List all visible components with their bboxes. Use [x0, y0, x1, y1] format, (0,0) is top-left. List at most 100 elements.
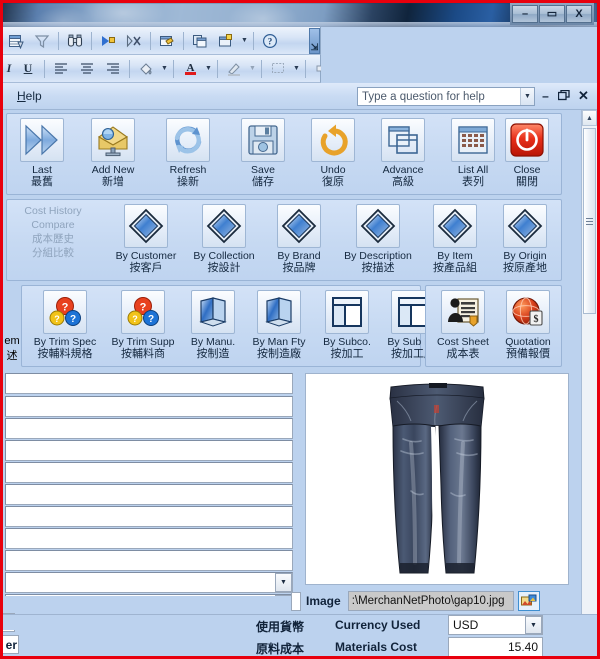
line-thickness-icon[interactable]: [266, 58, 290, 80]
undo-button[interactable]: Undo 復原: [302, 118, 364, 192]
cost-history-caption: Cost History Compare 成本歷史 分組比較: [11, 204, 95, 260]
ribbon-row-by-supplier: em 述 ? ? ? By Trim Spec: [3, 285, 597, 369]
by-subco-button[interactable]: By Subco. 按加工: [314, 290, 380, 364]
add-new-button[interactable]: Add New 新增: [82, 118, 144, 192]
help-icon[interactable]: ?: [258, 30, 282, 52]
svg-text:?: ?: [140, 302, 147, 314]
by-subco-label-zh: 按加工: [331, 348, 364, 361]
by-man-fty-label-zh: 按制造廠: [257, 348, 301, 361]
quotation-label-zh: 預備報價: [506, 348, 550, 361]
ribbon-row-navigation: Last 最舊 Add New: [3, 113, 597, 197]
fill-color-dropdown-arrow-icon[interactable]: ▼: [159, 58, 170, 80]
scrollbar-thumb[interactable]: [583, 128, 596, 314]
last-button[interactable]: Last 最舊: [11, 118, 73, 192]
form-combo-11-dropdown-arrow-icon[interactable]: ▼: [275, 595, 292, 596]
paste-dropdown-arrow-icon[interactable]: ▼: [239, 30, 250, 52]
refresh-button[interactable]: Refresh 操新: [157, 118, 219, 192]
form-field-5[interactable]: [5, 462, 293, 483]
form-combo-11[interactable]: ▼: [5, 594, 293, 596]
form-field-7[interactable]: [5, 506, 293, 527]
document-close-button[interactable]: ✕: [576, 87, 591, 105]
by-description-button[interactable]: By Description 按描述: [335, 204, 421, 278]
window-minimize-button[interactable]: –: [512, 5, 538, 23]
materials-cost-value: 15.40: [449, 640, 542, 654]
form-field-8[interactable]: [5, 528, 293, 549]
align-right-icon[interactable]: [101, 58, 125, 80]
line-color-icon[interactable]: [222, 58, 246, 80]
document-restore-button[interactable]: [556, 87, 571, 105]
save-disk-icon: [241, 118, 285, 162]
currency-used-dropdown-arrow-icon[interactable]: ▼: [525, 616, 542, 634]
ribbon-vertical-scrollbar[interactable]: ▲: [581, 110, 597, 371]
run-query-icon[interactable]: [96, 30, 120, 52]
toolbar-1-overflow-handle[interactable]: ⇲: [309, 28, 320, 54]
advance-button[interactable]: Advance 高級: [372, 118, 434, 192]
by-customer-button[interactable]: By Customer 按客戶: [107, 204, 185, 278]
toolbar-strip-1: ▼ ? ⇲: [3, 27, 597, 55]
by-manu-button[interactable]: By Manu. 按制造: [182, 290, 244, 364]
browse-image-icon[interactable]: [518, 591, 540, 611]
form-field-9[interactable]: [5, 550, 293, 571]
toolbar-1-filler: [321, 27, 597, 55]
currency-used-combo[interactable]: USD ▼: [448, 615, 543, 635]
form-field-3[interactable]: [5, 418, 293, 439]
scroll-up-arrow-icon[interactable]: ▲: [582, 110, 597, 126]
menu-item-help[interactable]: Help: [11, 87, 48, 105]
by-origin-label-zh: 按原產地: [503, 262, 547, 275]
diamond-icon: [503, 204, 547, 248]
undo-button-label-zh: 復原: [322, 176, 344, 189]
by-trim-supp-label-zh: 按輔料商: [121, 348, 165, 361]
form-vertical-scrollbar[interactable]: [581, 371, 597, 630]
underline-icon[interactable]: U: [16, 58, 40, 80]
by-item-button[interactable]: By Item 按產品組: [421, 204, 489, 278]
by-collection-button[interactable]: By Collection 按設計: [185, 204, 263, 278]
by-trim-spec-button[interactable]: ? ? ? By Trim Spec 按輔料規格: [26, 290, 104, 364]
font-color-icon[interactable]: A: [178, 58, 202, 80]
by-origin-button[interactable]: By Origin 按原產地: [489, 204, 561, 278]
blue-book-icon: [191, 290, 235, 334]
blue-book-icon: [257, 290, 301, 334]
save-button-label-en: Save: [251, 164, 275, 176]
delete-record-icon[interactable]: [122, 30, 146, 52]
materials-cost-input[interactable]: 15.40: [448, 637, 543, 656]
window-close-button[interactable]: X: [566, 5, 592, 23]
paste-icon[interactable]: [214, 30, 238, 52]
document-minimize-button[interactable]: –: [538, 87, 553, 105]
filter-funnel-icon[interactable]: [30, 30, 54, 52]
italic-icon[interactable]: I: [4, 58, 14, 80]
by-brand-button[interactable]: By Brand 按品牌: [263, 204, 335, 278]
align-left-icon[interactable]: [49, 58, 73, 80]
toolbar-separator: [150, 32, 151, 50]
ask-a-question-input[interactable]: Type a question for help ▼: [357, 87, 535, 106]
cost-history-caption-line3: 成本歷史: [11, 232, 95, 246]
align-center-icon[interactable]: [75, 58, 99, 80]
fill-color-icon[interactable]: [134, 58, 158, 80]
image-path-input[interactable]: :\MerchanNetPhoto\gap10.jpg: [348, 591, 514, 611]
line-thickness-dropdown-arrow-icon[interactable]: ▼: [291, 58, 302, 80]
close-button[interactable]: Close 關閉: [496, 118, 558, 192]
list-all-button[interactable]: List All 表列: [442, 118, 504, 192]
quotation-button[interactable]: $ Quotation 預備報價: [496, 290, 560, 364]
form-field-6[interactable]: [5, 484, 293, 505]
form-field-4[interactable]: [5, 440, 293, 461]
by-man-fty-button[interactable]: By Man Fty 按制造廠: [244, 290, 314, 364]
window-maximize-button[interactable]: ▭: [539, 5, 565, 23]
image-row-left-cutoff-field[interactable]: [291, 592, 301, 611]
form-combo-10-dropdown-arrow-icon[interactable]: ▼: [275, 573, 292, 592]
form-field-1[interactable]: [5, 373, 293, 394]
copy-icon[interactable]: [188, 30, 212, 52]
cost-sheet-button[interactable]: Cost Sheet 成本表: [430, 290, 496, 364]
list-all-grid-icon: [451, 118, 495, 162]
save-button[interactable]: Save 儲存: [232, 118, 294, 192]
by-trim-supp-button[interactable]: ? ? ? By Trim Supp 按輔料商: [104, 290, 182, 364]
ribbon-group-by-supplier: ? ? ? By Trim Spec 按輔料規格 ?: [21, 285, 421, 367]
form-combo-10[interactable]: ▼: [5, 572, 293, 593]
font-color-dropdown-arrow-icon[interactable]: ▼: [203, 58, 214, 80]
product-image-pane[interactable]: [305, 373, 569, 585]
filter-by-form-icon[interactable]: [4, 30, 28, 52]
form-field-2[interactable]: [5, 396, 293, 417]
new-object-icon[interactable]: [155, 30, 179, 52]
window-pane-icon: [325, 290, 369, 334]
find-binoculars-icon[interactable]: [63, 30, 87, 52]
ask-a-question-dropdown-arrow-icon[interactable]: ▼: [520, 88, 534, 105]
